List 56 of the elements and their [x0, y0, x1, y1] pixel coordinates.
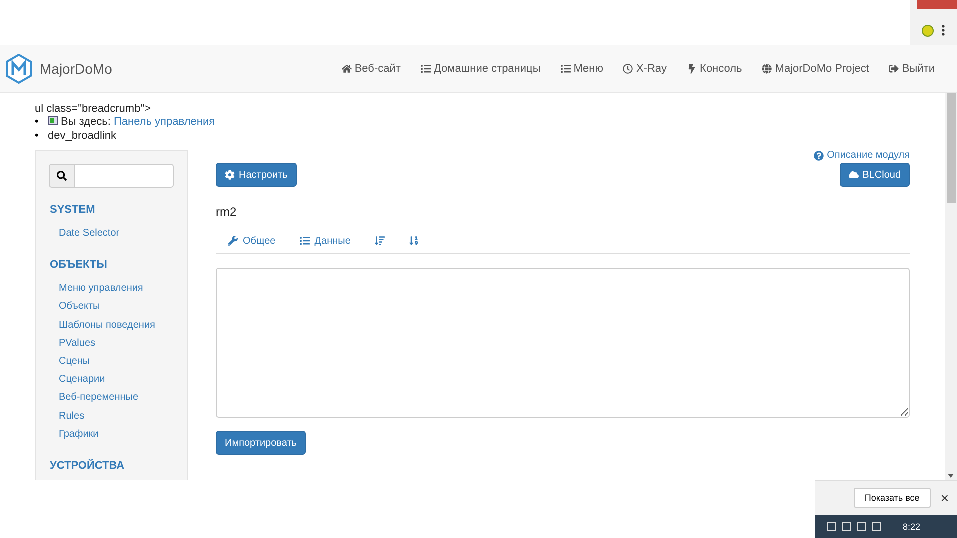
sort-icon	[408, 236, 419, 246]
cloud-button[interactable]: BLCloud	[840, 163, 910, 187]
nav-link[interactable]: Домашние страницы	[420, 62, 541, 74]
list-bullet: •	[35, 129, 40, 143]
breadcrumb-current: dev_broadlink	[48, 130, 116, 142]
configure-button[interactable]: Настроить	[216, 163, 297, 187]
clock-icon	[623, 64, 634, 74]
brand-name[interactable]: MajorDoMo	[40, 60, 112, 76]
sidebar-item[interactable]: Сцены	[49, 353, 174, 372]
close-button[interactable]: ×	[940, 490, 949, 506]
nav-link[interactable]: Выйти	[889, 62, 935, 74]
section-title[interactable]: SYSTEM	[50, 204, 174, 216]
list-icon	[420, 64, 431, 74]
raw-markup-text: ul class="breadcrumb">	[35, 103, 152, 115]
breadcrumb-prefix: Вы здесь:	[61, 116, 111, 128]
import-button[interactable]: Импортировать	[216, 431, 306, 455]
logout-icon	[889, 64, 900, 74]
sidebar-item[interactable]: PValues	[49, 334, 174, 354]
sort-icon	[374, 236, 385, 246]
globe-icon	[762, 64, 772, 74]
device-title: rm2	[216, 205, 238, 219]
sidebar-item[interactable]: Rules	[49, 408, 174, 426]
sidebar-item[interactable]: Сценарии	[49, 371, 174, 390]
sidebar-item[interactable]: Веб-переменные	[49, 389, 174, 408]
nav-link[interactable]: Консоль	[687, 62, 742, 74]
sidebar-item[interactable]: Date Selector	[49, 225, 174, 244]
search-field[interactable]	[75, 164, 174, 188]
clock-time[interactable]: 8:22	[903, 522, 921, 532]
nav-link[interactable]: Меню	[560, 62, 604, 74]
nav-link[interactable]: X-Ray	[623, 62, 668, 74]
wrench-icon	[228, 236, 238, 246]
sidebar-item[interactable]: Меню управления	[49, 280, 174, 298]
sidebar-item[interactable]: Объекты	[49, 298, 174, 317]
breadcrumb-link[interactable]: Панель управления	[114, 116, 216, 128]
help-icon	[814, 150, 824, 160]
module-help-link[interactable]: Описание модуля	[814, 150, 910, 161]
show-all-button[interactable]: Показать все	[854, 488, 931, 508]
sidebar-item[interactable]: Шаблоны поведения	[49, 316, 174, 335]
list-icon	[560, 64, 571, 74]
list-icon	[300, 236, 310, 246]
bolt-icon	[687, 64, 698, 74]
menu-icon[interactable]	[942, 23, 945, 39]
search-button[interactable]	[49, 164, 75, 188]
gear-icon	[225, 170, 235, 180]
section-title[interactable]: УСТРОЙСТВА	[50, 460, 174, 472]
list-bullet: •	[35, 115, 40, 129]
section-title[interactable]: ОБЪЕКТЫ	[50, 259, 174, 272]
cloud-icon	[848, 170, 859, 180]
nav-link[interactable]: Веб-сайт	[342, 62, 401, 74]
tab[interactable]: Данные	[288, 229, 363, 253]
search-icon	[57, 171, 67, 181]
scrollbar[interactable]	[945, 93, 957, 480]
tab[interactable]: Общее	[216, 229, 288, 253]
nav-link[interactable]: MajorDoMo Project	[762, 62, 870, 74]
sidebar-item[interactable]: Графики	[49, 426, 174, 444]
logo-icon	[6, 54, 32, 84]
